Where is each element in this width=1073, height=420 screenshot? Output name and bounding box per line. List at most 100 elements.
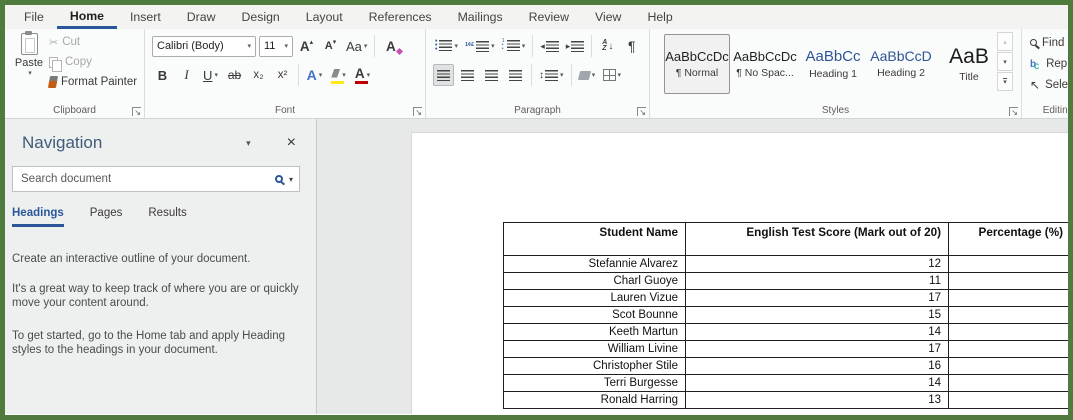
close-icon[interactable]: × — [287, 134, 296, 152]
format-painter-button[interactable]: Format Painter — [47, 72, 137, 92]
table-header-cell[interactable]: Percentage (%) — [948, 222, 1068, 256]
sort-button[interactable]: AZ ↓ — [597, 35, 618, 57]
paste-dropdown-icon[interactable]: ▾ — [28, 69, 32, 77]
tab-pages[interactable]: Pages — [90, 207, 123, 227]
cut-button[interactable]: ✂ Cut — [49, 32, 137, 52]
table-cell[interactable]: 15 — [685, 306, 949, 324]
tab-view[interactable]: View — [582, 5, 634, 29]
table-cell[interactable]: 14 — [685, 323, 949, 341]
line-spacing-button[interactable]: ↕ ▾ — [537, 64, 566, 86]
table-cell[interactable]: Terri Burgesse — [503, 374, 686, 392]
tab-mailings[interactable]: Mailings — [445, 5, 516, 29]
multilevel-list-button[interactable]: ▾ — [500, 35, 528, 57]
table-cell[interactable]: Keeth Martun — [503, 323, 686, 341]
table-cell[interactable]: Charl Guoye — [503, 272, 686, 290]
clipboard-dialog-launcher-icon[interactable]: ↘ — [132, 107, 141, 117]
underline-button[interactable]: U ▾ — [200, 64, 221, 86]
table-header-cell[interactable]: Student Name — [503, 222, 686, 256]
superscript-button[interactable]: x² — [272, 64, 293, 86]
table-cell[interactable]: 17 — [685, 289, 949, 307]
style-title[interactable]: AaB Title — [936, 34, 1002, 94]
change-case-button[interactable]: Aa ▾ — [344, 35, 369, 57]
italic-button[interactable]: I — [176, 64, 197, 86]
styles-scroll-down-button[interactable]: ▾ — [997, 52, 1013, 71]
paragraph-dialog-launcher-icon[interactable]: ↘ — [637, 107, 646, 117]
find-button[interactable]: Find — [1030, 32, 1068, 53]
table-cell[interactable] — [948, 323, 1068, 341]
shading-button[interactable]: ▾ — [577, 64, 598, 86]
tab-insert[interactable]: Insert — [117, 5, 174, 29]
bold-button[interactable]: B — [152, 64, 173, 86]
justify-button[interactable] — [505, 64, 526, 86]
table-cell[interactable] — [948, 255, 1068, 273]
table-cell[interactable]: Scot Bounne — [503, 306, 686, 324]
tab-review[interactable]: Review — [516, 5, 582, 29]
table-cell[interactable] — [948, 340, 1068, 358]
style-heading-2[interactable]: AaBbCcD Heading 2 — [868, 34, 934, 94]
table-cell[interactable] — [948, 374, 1068, 392]
table-cell[interactable]: 16 — [685, 357, 949, 375]
grow-font-button[interactable]: A ▴ — [296, 35, 317, 57]
styles-dialog-launcher-icon[interactable]: ↘ — [1009, 107, 1018, 117]
text-highlight-button[interactable]: ▾ — [328, 64, 349, 86]
tab-file[interactable]: File — [11, 5, 57, 29]
table-cell[interactable]: Christopher Stile — [503, 357, 686, 375]
tab-references[interactable]: References — [356, 5, 445, 29]
shrink-font-button[interactable]: A ▾ — [320, 35, 341, 57]
increase-indent-button[interactable]: ▸ — [564, 35, 587, 57]
table-cell[interactable]: 11 — [685, 272, 949, 290]
table-cell[interactable] — [948, 391, 1068, 409]
tab-design[interactable]: Design — [228, 5, 292, 29]
tab-home[interactable]: Home — [56, 5, 117, 29]
table-cell[interactable]: 12 — [685, 255, 949, 273]
strikethrough-button[interactable]: ab — [224, 64, 245, 86]
navigation-options-icon[interactable]: ▾ — [246, 138, 251, 149]
select-button[interactable]: ↖ Select — [1030, 74, 1068, 95]
tab-results[interactable]: Results — [148, 207, 186, 227]
borders-button[interactable]: ▾ — [601, 64, 624, 86]
table-cell[interactable] — [948, 357, 1068, 375]
decrease-indent-button[interactable]: ◂ — [538, 35, 561, 57]
table-cell[interactable] — [948, 306, 1068, 324]
table-cell[interactable] — [948, 272, 1068, 290]
font-dialog-launcher-icon[interactable]: ↘ — [413, 107, 422, 117]
table-header-cell[interactable]: English Test Score (Mark out of 20) — [685, 222, 949, 256]
clear-formatting-button[interactable]: A — [380, 35, 404, 57]
bullet-list-button[interactable]: ▾ — [433, 35, 460, 57]
search-options-icon[interactable]: ▾ — [289, 175, 293, 184]
numbered-list-button[interactable]: ▾ — [463, 35, 497, 57]
table-cell[interactable]: Stefannie Alvarez — [503, 255, 686, 273]
table-cell[interactable]: 14 — [685, 374, 949, 392]
copy-button[interactable]: Copy — [49, 52, 137, 72]
table-cell[interactable]: Lauren Vizue — [503, 289, 686, 307]
tab-help[interactable]: Help — [634, 5, 685, 29]
style-normal[interactable]: AaBbCcDc ¶ Normal — [664, 34, 730, 94]
show-paragraph-marks-button[interactable]: ¶ — [621, 35, 642, 57]
table-cell[interactable] — [948, 289, 1068, 307]
tab-layout[interactable]: Layout — [293, 5, 356, 29]
search-input[interactable] — [21, 173, 275, 185]
table-cell[interactable]: 17 — [685, 340, 949, 358]
table-cell[interactable]: William Livine — [503, 340, 686, 358]
subscript-button[interactable]: x₂ — [248, 64, 269, 86]
text-effects-button[interactable]: A ▾ — [304, 64, 325, 86]
paste-button[interactable]: Paste ▾ — [11, 31, 47, 95]
styles-scroll-up-button[interactable]: ▴ — [997, 32, 1013, 51]
table-cell[interactable]: Ronald Harring — [503, 391, 686, 409]
align-left-button[interactable] — [433, 64, 454, 86]
font-name-combo[interactable]: Calibri (Body) ▾ — [152, 35, 256, 57]
tab-headings[interactable]: Headings — [12, 207, 64, 227]
styles-more-button[interactable]: ▾ — [997, 72, 1013, 91]
tab-draw[interactable]: Draw — [174, 5, 229, 29]
replace-button[interactable]: bc Replace — [1030, 53, 1068, 74]
font-size-combo[interactable]: 11 ▾ — [259, 35, 293, 57]
align-right-button[interactable] — [481, 64, 502, 86]
table-cell[interactable]: 13 — [685, 391, 949, 409]
style-heading-1[interactable]: AaBbCc Heading 1 — [800, 34, 866, 94]
clipboard-group: Paste ▾ ✂ Cut Copy Format Painter Clipbo… — [5, 29, 145, 118]
document-page[interactable]: Student Name English Test Score (Mark ou… — [411, 132, 1068, 414]
align-center-button[interactable] — [457, 64, 478, 86]
style-no-spacing[interactable]: AaBbCcDc ¶ No Spac... — [732, 34, 798, 94]
search-icon[interactable] — [274, 175, 283, 183]
font-color-button[interactable]: A ▾ — [352, 64, 373, 86]
